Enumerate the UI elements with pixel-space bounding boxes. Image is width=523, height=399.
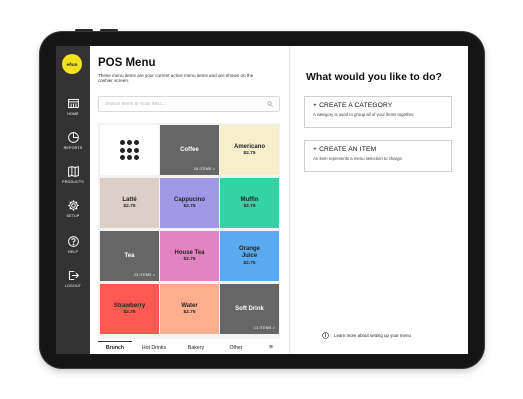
page-title: POS Menu xyxy=(98,57,156,69)
tile-name: Water xyxy=(181,302,198,309)
actions-heading: What would you like to do? xyxy=(306,71,442,83)
sidebar-item-setup[interactable]: SETUP xyxy=(56,192,90,224)
tab-hot-drinks[interactable]: Hot Drinks xyxy=(132,341,176,354)
menu-tile-cappucino[interactable]: Cappucino $2.75 xyxy=(160,178,219,228)
menu-tile-strawberry[interactable]: Strawberry $2.75 xyxy=(100,284,159,334)
tablet-frame: eðun HOME REPORTS PRODUCTS SETUP HELP LO… xyxy=(40,32,484,368)
tile-price: $2.75 xyxy=(243,151,256,157)
menu-tile-latte[interactable]: Latté $2.75 xyxy=(100,178,159,228)
tile-price: $2.75 xyxy=(243,260,256,266)
tile-name: Strawberry xyxy=(113,302,146,309)
sidebar-item-home[interactable]: HOME xyxy=(56,90,90,122)
create-category-title: + CREATE A CATEGORY xyxy=(313,102,393,109)
create-item-title: + CREATE AN ITEM xyxy=(313,146,377,153)
menu-tile-orange-juice[interactable]: Orange Juice $2.75 xyxy=(220,231,279,281)
tab-other[interactable]: Other xyxy=(216,341,256,354)
menu-tile-muffin[interactable]: Muffin $2.75 xyxy=(220,178,279,228)
sidebar-item-label: LOGOUT xyxy=(64,283,82,288)
sidebar-item-logout[interactable]: LOGOUT xyxy=(56,262,90,294)
tile-name: Muffin xyxy=(240,196,259,203)
tile-name: Latté xyxy=(122,196,137,203)
menu-tile-house-tea[interactable]: House Tea $2.75 xyxy=(160,231,219,281)
store-icon xyxy=(67,98,79,108)
pie-chart-icon xyxy=(67,131,79,143)
sidebar-item-label: HELP xyxy=(67,249,79,254)
create-item-desc: An item represents a menu selection to c… xyxy=(313,156,404,161)
learn-more-link[interactable]: Learn more about setting up your menu xyxy=(322,332,411,339)
search-icon[interactable] xyxy=(267,101,273,107)
tab-brunch[interactable]: Brunch xyxy=(98,341,132,354)
menu-tile-americano[interactable]: Americano $2.75 xyxy=(220,125,279,175)
menu-tile-grid: Coffee 16 ITEMS > Americano $2.75 Latté … xyxy=(98,123,280,339)
gear-icon xyxy=(67,199,79,211)
sidebar-item-label: PRODUCTS xyxy=(62,179,84,184)
sidebar-item-label: HOME xyxy=(67,111,79,116)
sidebar-item-label: REPORTS xyxy=(63,145,83,150)
create-category-desc: A category is used to group all of your … xyxy=(313,112,415,117)
tile-item-count: 13 ITEMS > xyxy=(253,326,275,330)
learn-more-text: Learn more about setting up your menu xyxy=(334,333,411,338)
search-input[interactable] xyxy=(105,101,267,107)
menu-tile-water[interactable]: Water $2.75 xyxy=(160,284,219,334)
tile-price: $2.75 xyxy=(183,310,196,316)
tile-price: $2.75 xyxy=(243,204,256,210)
menu-tile-soft-drink[interactable]: Soft Drink 13 ITEMS > xyxy=(220,284,279,334)
sidebar-item-reports[interactable]: REPORTS xyxy=(56,124,90,156)
tablet-screen: eðun HOME REPORTS PRODUCTS SETUP HELP LO… xyxy=(56,46,468,354)
map-icon xyxy=(67,165,79,177)
brand-logo[interactable]: eðun xyxy=(62,54,82,74)
sidebar: eðun HOME REPORTS PRODUCTS SETUP HELP LO… xyxy=(56,46,90,354)
tile-name: Americano xyxy=(233,143,265,150)
tile-name: House Tea xyxy=(174,249,205,256)
category-tabs: Brunch Hot Drinks Bakery Other ≡ xyxy=(98,341,290,354)
tile-item-count: 23 ITEMS > xyxy=(133,273,155,277)
tile-name: Coffee xyxy=(180,146,199,153)
logout-icon xyxy=(68,270,79,280)
sidebar-item-products[interactable]: PRODUCTS xyxy=(56,158,90,190)
tile-name: Orange Juice xyxy=(238,246,260,259)
tile-item-count: 16 ITEMS > xyxy=(193,167,215,171)
page-subtitle: These menu items are your current active… xyxy=(98,73,254,84)
menu-tile-tea[interactable]: Tea 23 ITEMS > xyxy=(100,231,159,281)
menu-panel: POS Menu These menu items are your curre… xyxy=(90,46,290,354)
tile-name: Tea xyxy=(124,252,135,259)
tile-price: $2.75 xyxy=(183,204,196,210)
tile-name: Soft Drink xyxy=(235,305,264,312)
search-bar[interactable] xyxy=(98,96,280,112)
tile-price: $2.75 xyxy=(123,310,136,316)
grid-dots-icon xyxy=(119,140,140,160)
create-item-button[interactable]: + CREATE AN ITEM An item represents a me… xyxy=(304,140,452,172)
menu-tile-all-items[interactable] xyxy=(100,125,159,175)
actions-panel: What would you like to do? + CREATE A CA… xyxy=(290,46,468,354)
help-icon xyxy=(67,235,79,247)
tab-bakery[interactable]: Bakery xyxy=(176,341,216,354)
sidebar-item-label: SETUP xyxy=(66,213,80,218)
menu-tile-coffee[interactable]: Coffee 16 ITEMS > xyxy=(160,125,219,175)
tile-price: $2.75 xyxy=(183,257,196,263)
tile-price: $2.75 xyxy=(123,204,136,210)
tile-name: Cappucino xyxy=(174,196,205,203)
more-categories-icon[interactable]: ≡ xyxy=(256,341,286,354)
create-category-button[interactable]: + CREATE A CATEGORY A category is used t… xyxy=(304,96,452,128)
info-icon xyxy=(322,332,329,339)
sidebar-item-help[interactable]: HELP xyxy=(56,228,90,260)
